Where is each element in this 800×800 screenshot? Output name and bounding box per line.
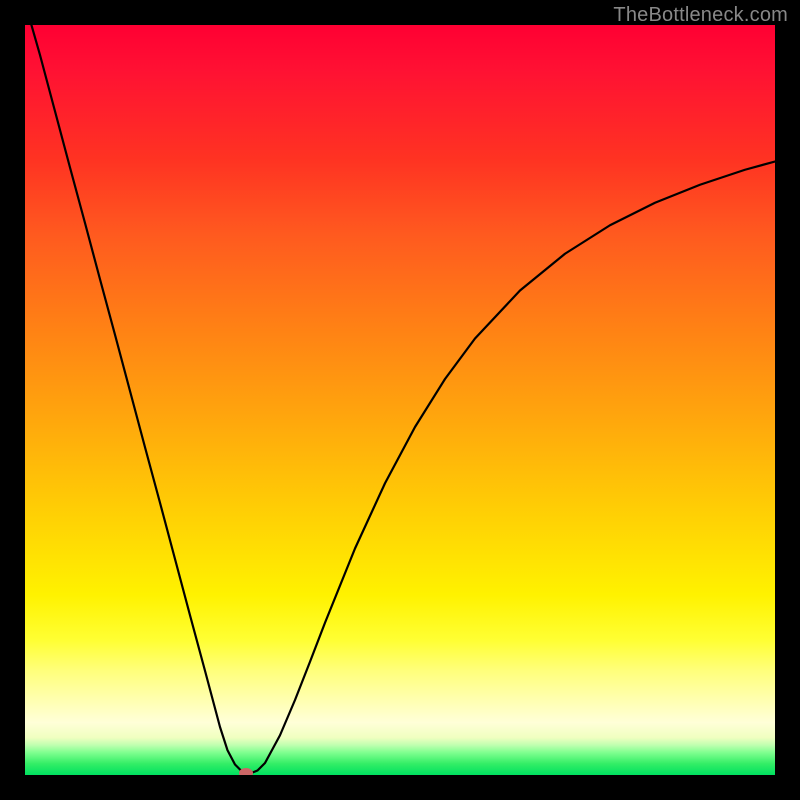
bottleneck-curve [25,25,775,775]
plot-area [25,25,775,775]
optimal-point-marker [239,768,253,775]
watermark-text: TheBottleneck.com [613,4,788,27]
chart-frame: TheBottleneck.com [0,0,800,800]
